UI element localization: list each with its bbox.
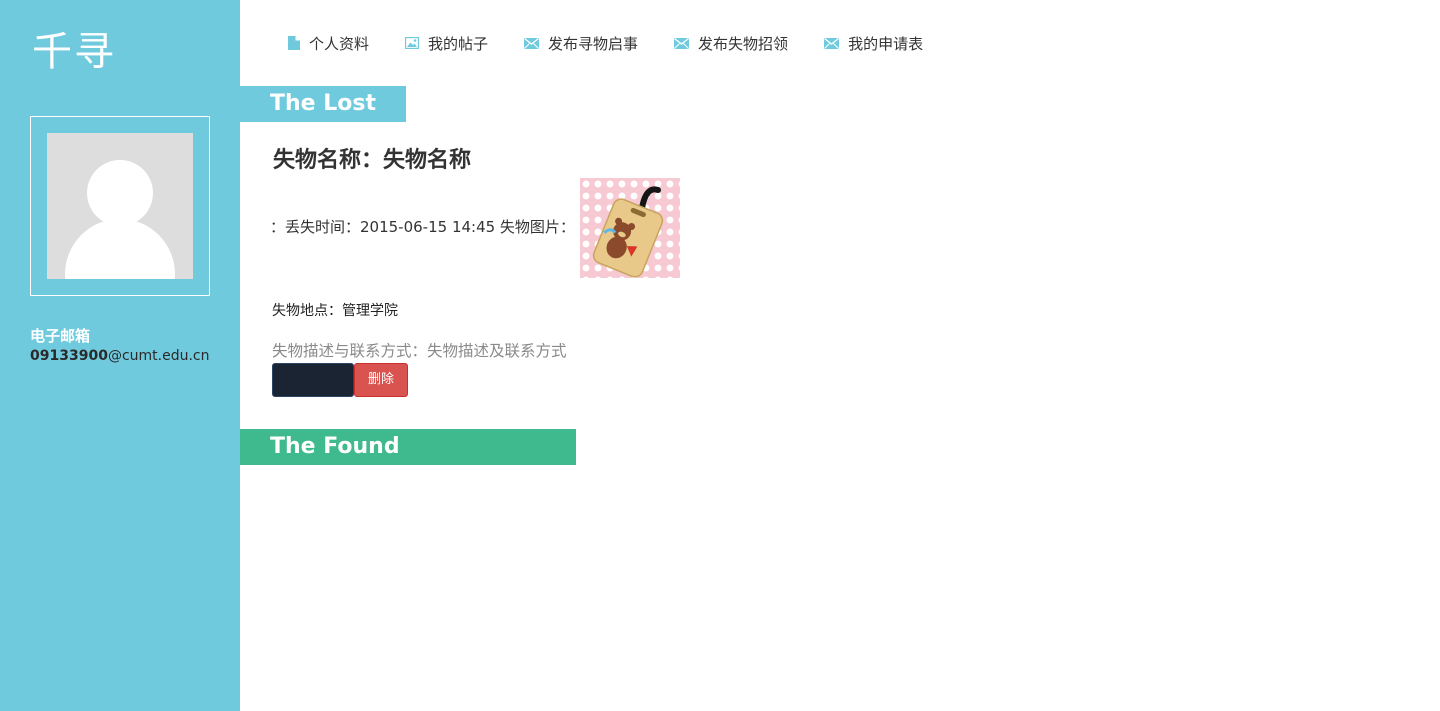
avatar-head-shape — [87, 160, 153, 226]
image-icon — [405, 37, 420, 49]
email-label: 电子邮箱 — [30, 327, 91, 345]
sidebar: 千寻 电子邮箱 09133900@cumt.edu.cn — [0, 0, 240, 711]
nav-item-label: 我的帖子 — [428, 34, 489, 53]
email-value: 09133900@cumt.edu.cn — [30, 346, 209, 366]
email-user: 09133900 — [30, 348, 108, 364]
lost-section-heading: The Lost — [240, 86, 406, 122]
envelope-icon — [824, 37, 840, 49]
nav-item-label: 我的申请表 — [848, 34, 924, 53]
nav-item-post-lost[interactable]: 发布寻物启事 — [524, 33, 638, 54]
delete-button[interactable]: 删除 — [354, 363, 408, 397]
envelope-icon — [524, 37, 540, 49]
email-domain: @cumt.edu.cn — [107, 348, 210, 364]
nav-item-my-posts[interactable]: 我的帖子 — [405, 33, 488, 54]
lost-item-photo[interactable] — [580, 178, 680, 278]
avatar-body-shape — [65, 219, 175, 279]
envelope-icon — [674, 37, 690, 49]
top-nav: 个人资料 我的帖子 发布寻物启事 发布失物招领 我的申请表 — [288, 32, 959, 54]
nav-item-label: 个人资料 — [309, 34, 370, 53]
avatar[interactable] — [47, 133, 193, 279]
nav-item-profile[interactable]: 个人资料 — [288, 33, 369, 54]
edit-button[interactable] — [272, 363, 354, 397]
lost-item-location: 失物地点：管理学院 — [272, 303, 398, 319]
nav-item-label: 发布失物招领 — [698, 34, 789, 53]
lost-item-time-row: ：丢失时间：2015-06-15 14:45 失物图片： — [270, 218, 575, 236]
found-section-heading: The Found — [240, 429, 576, 465]
luggage-tag-illustration — [592, 186, 664, 278]
avatar-frame — [30, 116, 210, 296]
lost-item-description: 失物描述与联系方式：失物描述及联系方式 — [272, 342, 567, 360]
nav-item-my-applications[interactable]: 我的申请表 — [824, 33, 923, 54]
document-icon — [288, 36, 300, 50]
site-title[interactable]: 千寻 — [32, 28, 116, 76]
lost-item-title: 失物名称：失物名称 — [273, 147, 472, 173]
nav-item-post-found[interactable]: 发布失物招领 — [674, 33, 788, 54]
nav-item-label: 发布寻物启事 — [548, 34, 639, 53]
